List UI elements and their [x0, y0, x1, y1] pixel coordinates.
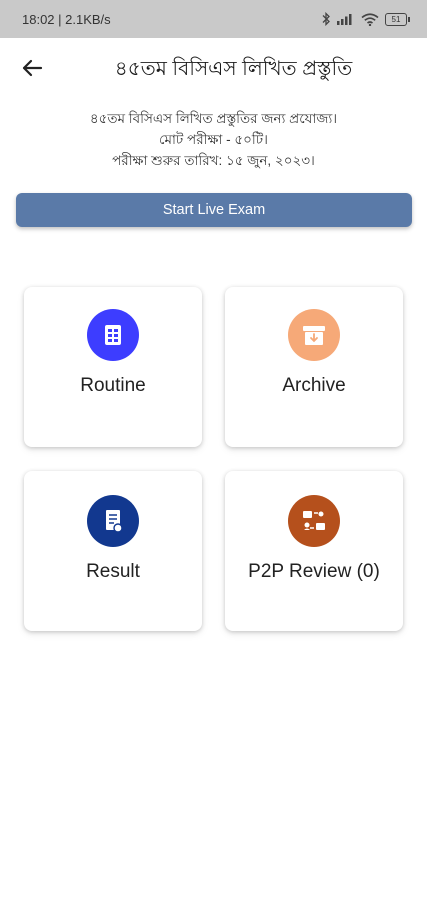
routine-card[interactable]: Routine — [24, 287, 202, 447]
status-icons: 51 — [321, 12, 410, 26]
archive-icon — [288, 309, 340, 361]
back-arrow-icon — [22, 59, 43, 77]
bluetooth-icon — [322, 12, 330, 26]
result-card[interactable]: Result — [24, 471, 202, 631]
signal-icon — [337, 14, 352, 25]
app-bar: ৪৫তম বিসিএস লিখিত প্রস্তুতি — [0, 38, 427, 98]
page-title: ৪৫তম বিসিএস লিখিত প্রস্তুতি — [114, 58, 353, 80]
exam-description: ৪৫তম বিসিএস লিখিত প্রস্তুতির জন্য প্রযোজ… — [0, 108, 427, 171]
archive-label: Archive — [282, 375, 346, 396]
description-line-3: পরীক্ষা শুরুর তারিখ: ১৫ জুন, ২০২৩। — [112, 153, 315, 168]
routine-label: Routine — [80, 375, 146, 396]
result-icon — [87, 495, 139, 547]
p2p-review-icon — [288, 495, 340, 547]
description-line-2: মোট পরীক্ষা - ৫০টি। — [159, 132, 268, 147]
battery-icon: 51 — [385, 12, 410, 26]
p2p-review-label: P2P Review (0) — [248, 561, 380, 582]
p2p-review-card[interactable]: P2P Review (0) — [225, 471, 403, 631]
result-label: Result — [86, 561, 140, 582]
routine-icon — [87, 309, 139, 361]
status-bar: 18:02 | 2.1KB/s 51 — [0, 0, 427, 38]
archive-card[interactable]: Archive — [225, 287, 403, 447]
back-button[interactable] — [14, 52, 50, 84]
wifi-icon — [361, 12, 379, 26]
description-line-1: ৪৫তম বিসিএস লিখিত প্রস্তুতির জন্য প্রযোজ… — [89, 111, 338, 126]
start-live-exam-button[interactable]: Start Live Exam — [16, 193, 412, 227]
status-time-speed: 18:02 | 2.1KB/s — [22, 11, 111, 27]
